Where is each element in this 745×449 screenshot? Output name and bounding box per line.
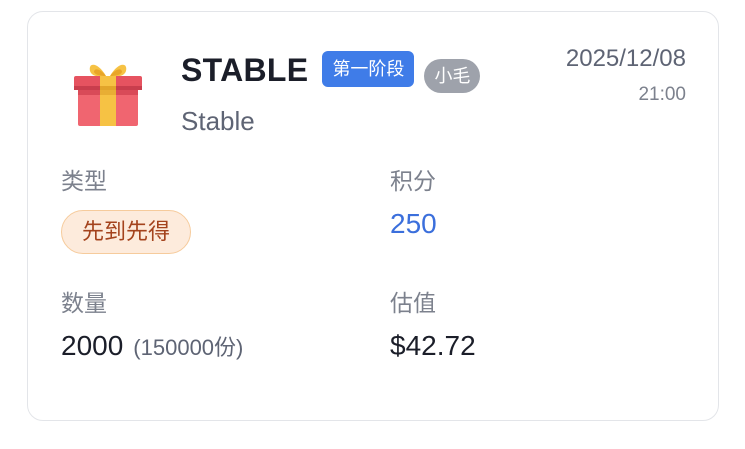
estimate-label: 估值 xyxy=(390,290,436,316)
owner-badge: 小毛 xyxy=(424,59,481,93)
quantity-shares: (150000份) xyxy=(133,335,244,360)
token-subtitle: Stable xyxy=(181,106,255,136)
token-name: STABLE xyxy=(181,52,309,88)
type-tag: 先到先得 xyxy=(61,210,192,254)
phase-badge: 第一阶段 xyxy=(322,51,415,87)
gift-icon xyxy=(70,58,146,130)
event-time: 21:00 xyxy=(638,84,686,105)
points-value: 250 xyxy=(390,208,437,239)
airdrop-card[interactable]: STABLE 第一阶段 小毛 Stable 2025/12/08 21:00 类… xyxy=(27,11,719,421)
quantity-label: 数量 xyxy=(61,290,107,316)
points-label: 积分 xyxy=(390,168,436,194)
quantity-value: 2000 xyxy=(61,330,124,361)
event-date: 2025/12/08 xyxy=(565,45,686,72)
type-label: 类型 xyxy=(61,168,107,194)
estimate-value: $42.72 xyxy=(390,330,476,361)
